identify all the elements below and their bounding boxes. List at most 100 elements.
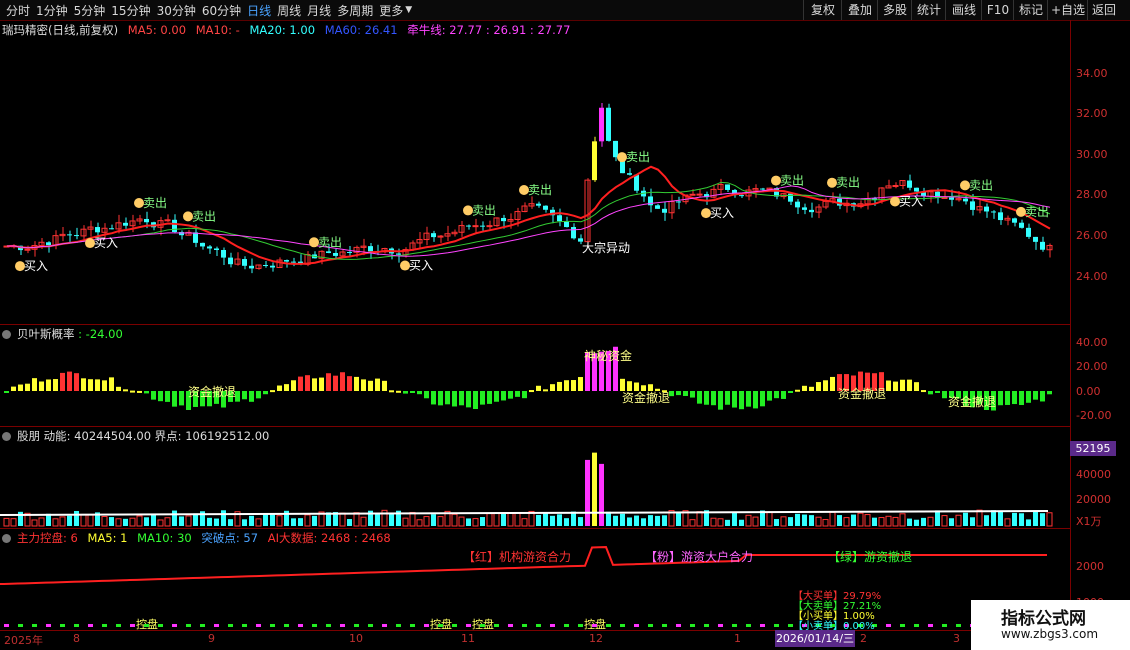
volume-bar (193, 513, 198, 526)
volume-bar (1046, 512, 1053, 527)
bayes-bar (718, 391, 723, 410)
volume-avg-line (0, 510, 1049, 516)
bayes-bar (109, 377, 114, 391)
volume-bar (689, 519, 696, 527)
candle-body (396, 253, 401, 255)
date-tick: 2025年 (4, 634, 43, 647)
bayes-bar (781, 391, 786, 399)
volume-bar (291, 518, 296, 526)
candle-body (788, 193, 793, 202)
candle-body (970, 201, 975, 210)
kongpan-mark (886, 624, 891, 627)
bayes-bar (739, 391, 744, 410)
kongpan-mark (564, 624, 569, 627)
candle-body (144, 218, 149, 223)
candle-body (739, 195, 744, 197)
bayes-bar (123, 389, 128, 392)
bayes-title: 贝叶斯概率 (17, 327, 75, 341)
candle-body (1012, 218, 1017, 223)
candle-body (466, 225, 471, 227)
bayes-bar (753, 391, 758, 409)
panel-divider (0, 528, 1070, 529)
candle-body (1026, 227, 1031, 237)
kongpan-mark (438, 624, 443, 627)
bayes-bar (25, 383, 30, 391)
mainctrl-break: 突破点: 57 (201, 531, 259, 545)
mainctrl-tick: 2000 (1076, 560, 1104, 573)
signal-label: 卖出 (969, 178, 993, 192)
bayes-bar (88, 379, 93, 391)
bayes-bar (795, 389, 800, 392)
bayes-bar (382, 380, 387, 391)
panel-menu-icon[interactable] (2, 534, 11, 543)
bayes-bar (130, 390, 135, 393)
kongpan-mark (18, 624, 23, 627)
bayes-bar (102, 380, 107, 391)
candle-body (214, 248, 219, 250)
volume-bar (270, 513, 275, 526)
candle-body (949, 197, 954, 200)
kongpan-mark (410, 624, 415, 627)
volume-bar (360, 516, 367, 527)
volume-bar (864, 514, 871, 527)
kongpan-mark (354, 624, 359, 627)
bayes-bar (354, 376, 359, 391)
volume-bar (998, 510, 1003, 526)
bayes-bar (704, 391, 709, 405)
bayes-label: 资金撤退 (948, 394, 996, 409)
signal-label: 卖出 (472, 203, 496, 217)
bayes-bar (137, 390, 142, 393)
bayes-bar (578, 377, 583, 391)
panel-divider (0, 426, 1070, 427)
volume-bar (493, 512, 500, 527)
candle-body (914, 187, 919, 192)
candle-body (221, 249, 226, 258)
volume-bar (151, 514, 156, 526)
panel-menu-icon[interactable] (2, 330, 11, 339)
bayes-bar (501, 391, 506, 401)
kongpan-mark (368, 624, 373, 627)
kongpan-mark (634, 624, 639, 627)
volume-bar (907, 518, 912, 526)
candle-body (536, 203, 541, 206)
volume-bar (486, 513, 493, 527)
date-tick: 11 (461, 632, 475, 645)
volume-bar (339, 512, 346, 527)
bayes-bar (725, 391, 730, 405)
bayes-bar (18, 384, 23, 391)
kongpan-mark (536, 624, 541, 627)
kongpan-mark (186, 624, 191, 627)
kongpan-mark (32, 624, 37, 627)
volume-bar (976, 509, 983, 527)
volume-bar (521, 518, 528, 527)
volume-bar (739, 519, 744, 526)
candle-body (543, 205, 548, 210)
mainctrl-header: 主力控盘: 6 MA5: 1 MA10: 30 突破点: 57 AI大数据: 2… (2, 530, 397, 546)
kongpan-mark (956, 624, 961, 627)
kongpan-mark (74, 624, 79, 627)
date-tick: 8 (73, 632, 80, 645)
volume-bar (822, 519, 829, 527)
date-tick: 10 (349, 632, 363, 645)
bayes-bar (242, 391, 247, 400)
volume-bar (955, 514, 962, 527)
bayes-bar (417, 391, 422, 395)
kongpan-mark (298, 624, 303, 627)
candle-body (270, 265, 275, 268)
bayes-bar (333, 375, 338, 391)
signal-label: 买入 (899, 195, 923, 209)
candle-body (991, 211, 996, 213)
candle-body (907, 180, 912, 188)
panel-divider (0, 324, 1070, 325)
panel-menu-icon[interactable] (2, 432, 11, 441)
volume-bar (123, 518, 128, 526)
price-tick: 32.00 (1076, 107, 1108, 120)
volume-bar (507, 512, 514, 527)
volume-bar (543, 512, 548, 526)
volume-bar (885, 515, 892, 527)
volume-bar (921, 517, 926, 526)
stock-title[interactable]: 瑞玛精密(日线,前复权) (2, 23, 118, 37)
bayes-bar (340, 372, 345, 391)
candle-body (655, 205, 660, 209)
kongpan-mark (480, 624, 485, 627)
